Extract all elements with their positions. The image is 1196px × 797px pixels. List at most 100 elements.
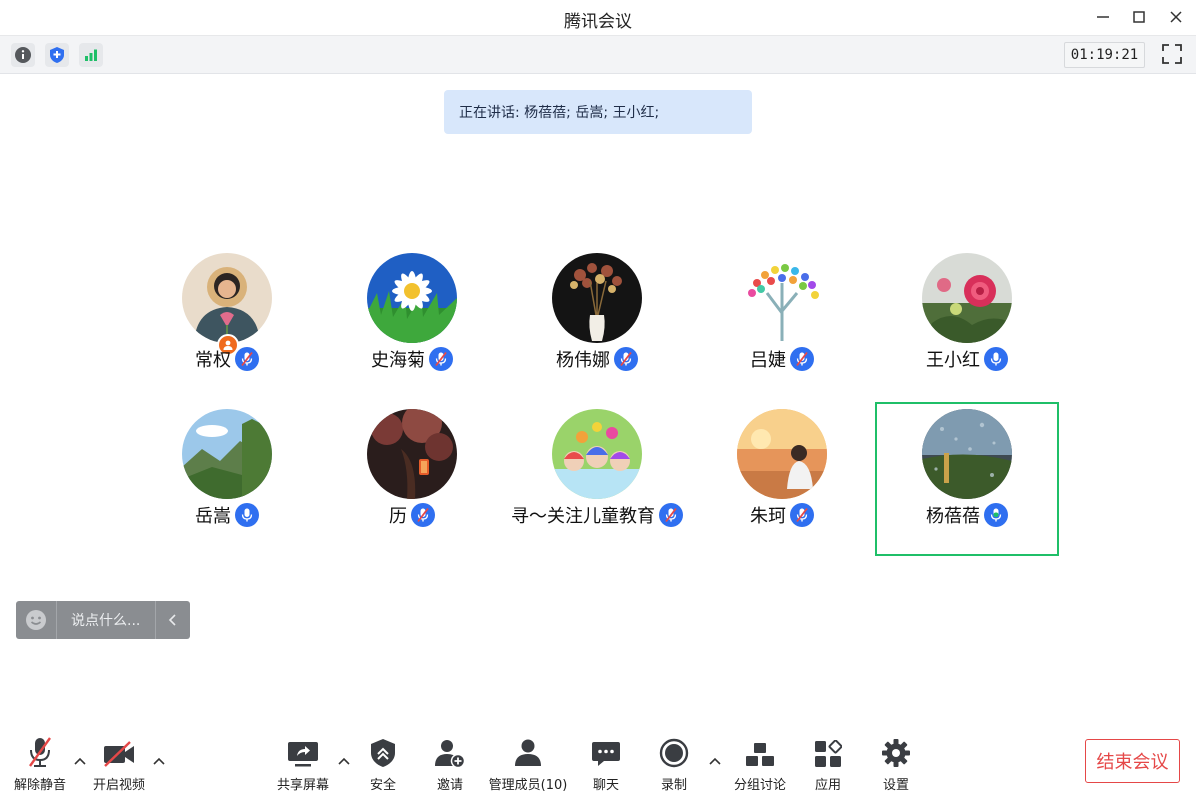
participant-name-row: 史海菊 <box>320 346 504 372</box>
mic-icon <box>984 503 1008 527</box>
chat-input-bar[interactable]: 说点什么... <box>16 601 190 639</box>
participant-name: 朱珂 <box>750 506 786 527</box>
breakout-icon <box>746 743 774 766</box>
participant-name: 杨蓓蓓 <box>926 506 980 527</box>
participant-name-row: 杨伟娜 <box>505 346 689 372</box>
unmute-label: 解除静音 <box>13 778 66 793</box>
participant-name-row: 常权 <box>135 346 319 372</box>
share-screen-button[interactable]: 共享屏幕 <box>263 736 343 793</box>
participant-name-row: 历 <box>320 502 504 528</box>
participant-name: 历 <box>389 506 407 527</box>
mic-muted-icon <box>790 503 814 527</box>
add-user-icon <box>435 740 466 768</box>
start-video-label: 开启视频 <box>92 778 145 793</box>
mic-muted-icon <box>659 503 683 527</box>
participant-tile[interactable]: 朱珂 <box>690 402 874 556</box>
shield-icon <box>50 47 64 63</box>
avatar <box>922 253 1012 343</box>
gear-icon <box>882 739 910 767</box>
invite-label: 邀请 <box>436 778 463 793</box>
camera-off-icon <box>104 741 134 767</box>
members-icon <box>515 739 541 766</box>
settings-button[interactable]: 设置 <box>856 736 936 793</box>
info-icon <box>15 47 31 63</box>
mic-muted-icon <box>429 347 453 371</box>
avatar <box>922 409 1012 499</box>
close-icon <box>1170 11 1182 23</box>
fullscreen-icon <box>1162 44 1182 64</box>
maximize-button[interactable] <box>1126 6 1152 28</box>
participant-name-row: 朱珂 <box>690 502 874 528</box>
participant-name-row: 吕婕 <box>690 346 874 372</box>
mic-muted-icon <box>790 347 814 371</box>
close-button[interactable] <box>1163 6 1189 28</box>
participant-tile[interactable]: 常权 <box>135 246 319 400</box>
meeting-info-bar: 01:19:21 <box>0 35 1196 74</box>
meeting-info-button[interactable] <box>11 43 35 67</box>
share-screen-label: 共享屏幕 <box>276 778 329 793</box>
avatar <box>182 409 272 499</box>
participant-name-row: 寻～关注儿童教育 <box>505 502 689 528</box>
security-shield-button[interactable] <box>45 43 69 67</box>
participant-name: 史海菊 <box>371 350 425 371</box>
participant-name: 杨伟娜 <box>556 350 610 371</box>
participant-tile[interactable]: 杨伟娜 <box>505 246 689 400</box>
maximize-icon <box>1133 11 1145 23</box>
mic-muted-icon <box>29 737 51 767</box>
participant-tile[interactable]: 岳嵩 <box>135 402 319 556</box>
mic-muted-icon <box>411 503 435 527</box>
participant-name-row: 岳嵩 <box>135 502 319 528</box>
signal-bars-icon <box>85 49 97 61</box>
chat-placeholder[interactable]: 说点什么... <box>57 610 155 630</box>
participant-name: 岳嵩 <box>195 506 231 527</box>
end-meeting-button[interactable]: 结束会议 <box>1085 739 1180 783</box>
manage-members-button[interactable]: 管理成员(10) <box>488 736 568 793</box>
participant-name: 王小红 <box>926 350 980 371</box>
avatar <box>737 253 827 343</box>
share-screen-icon <box>288 742 318 767</box>
chevron-up-icon <box>153 757 165 765</box>
participant-name-row: 王小红 <box>875 346 1059 372</box>
participant-tile[interactable]: 寻～关注儿童教育 <box>505 402 689 556</box>
bottom-control-bar: 解除静音 开启视频 共享屏幕 安全 邀请 管理成员(10) 聊天 录制 分组讨论… <box>0 730 1196 797</box>
participant-name: 常权 <box>195 350 231 371</box>
shield-icon <box>371 739 395 767</box>
participant-tile[interactable]: 王小红 <box>875 246 1059 400</box>
participant-tile[interactable]: 历 <box>320 402 504 556</box>
participant-tile[interactable]: 史海菊 <box>320 246 504 400</box>
minimize-icon <box>1097 16 1109 18</box>
mic-muted-icon <box>235 347 259 371</box>
chevron-left-icon <box>168 614 176 626</box>
emoji-button[interactable] <box>16 601 57 639</box>
avatar <box>367 409 457 499</box>
title-bar: 腾讯会议 <box>0 0 1196 34</box>
video-options-caret[interactable] <box>151 754 167 768</box>
participant-name-row: 杨蓓蓓 <box>877 502 1057 528</box>
mic-icon <box>984 347 1008 371</box>
mic-muted-icon <box>614 347 638 371</box>
smile-icon <box>26 610 46 630</box>
start-video-button[interactable]: 开启视频 <box>79 736 159 793</box>
mic-icon <box>235 503 259 527</box>
unmute-button[interactable]: 解除静音 <box>0 736 80 793</box>
fullscreen-button[interactable] <box>1160 42 1184 66</box>
record-button[interactable]: 录制 <box>634 736 714 793</box>
avatar <box>182 253 272 343</box>
invite-button[interactable]: 邀请 <box>410 736 490 793</box>
avatar <box>737 409 827 499</box>
participant-name: 吕婕 <box>750 350 786 371</box>
minimize-button[interactable] <box>1090 6 1116 28</box>
participant-tile[interactable]: 吕婕 <box>690 246 874 400</box>
apps-grid-icon <box>815 740 842 767</box>
record-icon <box>659 738 689 768</box>
avatar <box>552 253 642 343</box>
network-signal-button[interactable] <box>79 43 103 67</box>
participant-tile[interactable]: 杨蓓蓓 <box>875 402 1059 556</box>
avatar <box>552 409 642 499</box>
avatar <box>367 253 457 343</box>
participant-name: 寻～关注儿童教育 <box>511 506 655 527</box>
collapse-chat-button[interactable] <box>155 601 190 639</box>
settings-label: 设置 <box>882 778 909 793</box>
record-label: 录制 <box>660 778 687 793</box>
manage-members-label: 管理成员(10) <box>488 778 568 793</box>
